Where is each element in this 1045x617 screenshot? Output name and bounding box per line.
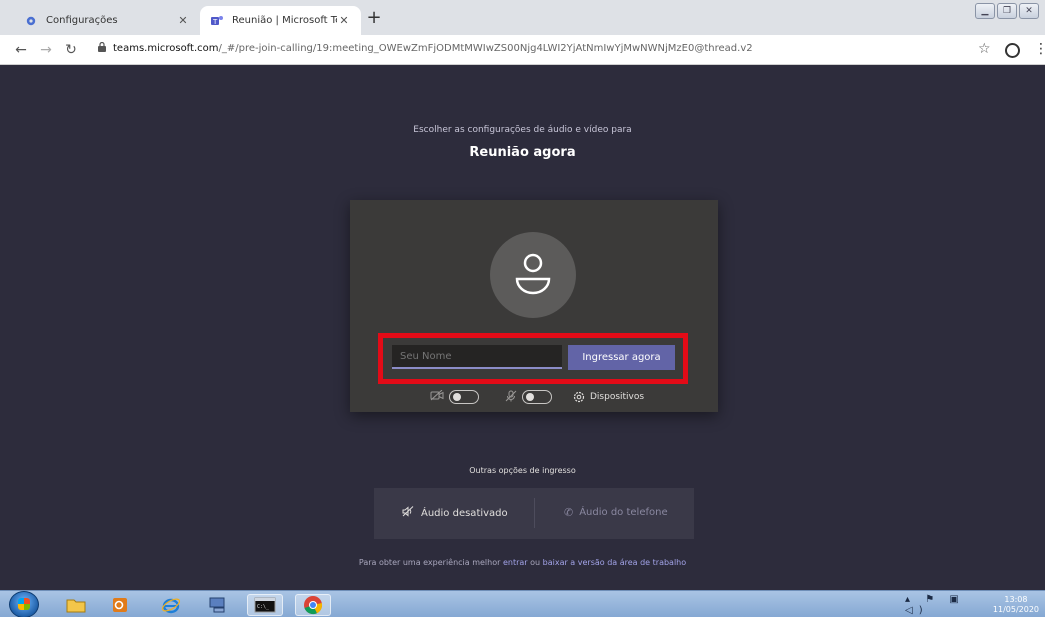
windows-taskbar: C:\_ ▴ ⚑ ▣ ◁) 13:08 11/05/2020 [0,590,1045,617]
forward-arrow-icon[interactable]: → [37,41,55,59]
taskbar-network[interactable] [200,594,236,616]
tab-label: Reunião | Microsoft Teams [232,15,337,26]
clock-time: 13:08 [1004,594,1028,604]
window-controls: ▁ ❐ ✕ [975,3,1039,19]
mic-control [505,388,552,406]
clock-date: 11/05/2020 [992,604,1039,614]
close-icon[interactable]: ✕ [176,14,190,27]
taskbar-cmd[interactable]: C:\_ [247,594,283,616]
tab-configuracoes[interactable]: Configurações ✕ [14,6,200,35]
tab-label: Configurações [46,15,118,26]
phone-audio-label: Áudio do telefone [579,507,668,518]
other-options-heading: Outras opções de ingresso [469,466,576,475]
devices-label: Dispositivos [590,392,645,402]
camera-toggle[interactable] [449,390,479,404]
windows-logo-icon [18,598,30,610]
other-options-panel: Áudio desativado ✆ Áudio do telefone [374,488,694,539]
mic-off-icon [505,390,517,405]
new-tab-button[interactable]: + [364,9,384,29]
audio-off-option[interactable]: Áudio desativado [402,506,508,520]
restore-icon[interactable]: ❐ [997,3,1017,19]
device-controls: Dispositivos [0,388,1045,406]
devices-button[interactable]: Dispositivos [573,388,644,406]
phone-icon: ✆ [564,506,574,519]
gear-icon [24,14,38,28]
divider [534,498,535,528]
footer-prefix: Para obter uma experiência melhor [358,558,503,567]
internet-explorer-icon [161,598,181,614]
taskbar-outlook[interactable] [102,594,138,616]
account-icon[interactable] [1005,43,1020,58]
window-close-icon[interactable]: ✕ [1019,3,1039,19]
reload-icon[interactable]: ↻ [62,41,80,59]
name-input[interactable] [392,345,562,369]
url-field[interactable]: teams.microsoft.com/_#/pre-join-calling/… [98,41,753,55]
folder-icon [66,599,86,613]
mic-toggle[interactable] [522,390,552,404]
camera-control [430,388,479,406]
url-path: /_#/pre-join-calling/19:meeting_OWEwZmFj… [218,43,753,54]
person-icon [515,253,551,295]
clock[interactable]: 13:08 11/05/2020 [993,595,1039,615]
chrome-icon [304,596,323,615]
tab-teams[interactable]: T Reunião | Microsoft Teams ✕ [200,6,361,35]
download-desktop-link[interactable]: baixar a versão da área de trabalho [543,558,687,567]
back-arrow-icon[interactable]: ← [12,41,30,59]
sign-in-link[interactable]: entrar [503,558,528,567]
svg-text:T: T [212,18,218,26]
browser-tab-bar: Configurações ✕ T Reunião | Microsoft Te… [0,0,1045,35]
prejoin-subtitle: Escolher as configurações de áudio e víd… [413,125,632,135]
system-tray: ▴ ⚑ ▣ ◁) 13:08 11/05/2020 [905,591,1045,617]
address-bar: ← → ↻ teams.microsoft.com/_#/pre-join-ca… [0,35,1045,65]
camera-off-icon [430,389,444,404]
url-domain: teams.microsoft.com [113,43,219,54]
outlook-icon [113,598,127,612]
teams-icon: T [210,14,224,28]
footer-text: Para obter uma experiência melhor entrar… [0,558,1045,567]
join-now-button[interactable]: Ingressar agora [568,345,675,370]
taskbar-chrome[interactable] [295,594,331,616]
close-icon[interactable]: ✕ [337,14,351,27]
speaker-off-icon [402,506,415,520]
taskbar-ie[interactable] [153,594,189,616]
audio-off-label: Áudio desativado [421,507,508,519]
bookmark-star-icon[interactable]: ☆ [978,41,991,57]
phone-audio-option[interactable]: ✆ Áudio do telefone [564,506,668,519]
footer-middle: ou [527,558,543,567]
start-button[interactable] [9,591,39,617]
meeting-title: Reunião agora [469,145,576,160]
taskbar-explorer[interactable] [58,594,94,616]
command-prompt-icon: C:\_ [254,597,276,613]
svg-text:C:\_: C:\_ [257,604,270,610]
network-computer-icon [209,597,225,613]
tray-icons[interactable]: ▴ ⚑ ▣ ◁) [905,594,981,616]
lock-icon [98,41,106,55]
gear-icon [573,388,585,407]
minimize-icon[interactable]: ▁ [975,3,995,19]
avatar [490,232,576,318]
kebab-menu-icon[interactable]: ⋮ [1034,42,1045,56]
